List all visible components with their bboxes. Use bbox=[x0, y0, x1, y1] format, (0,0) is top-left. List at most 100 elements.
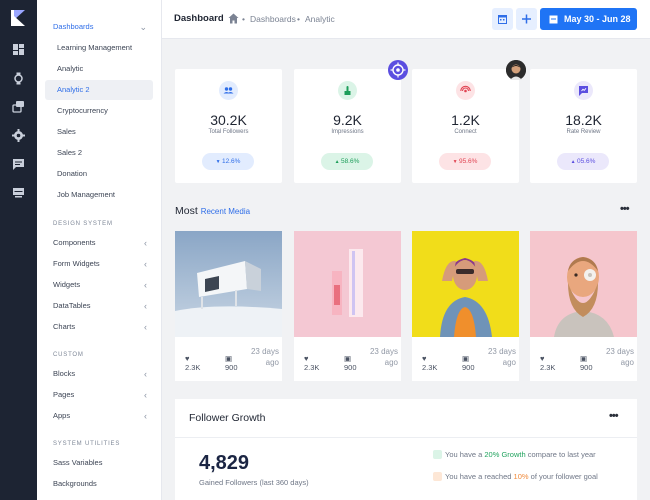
stat-value: 30.2K bbox=[210, 112, 247, 128]
sidebar-item-datatables[interactable]: DataTables ‹ bbox=[45, 296, 153, 316]
chevron-left-icon: ‹ bbox=[144, 259, 147, 269]
sidebar-item-sales[interactable]: Sales bbox=[45, 122, 153, 142]
layers-icon[interactable] bbox=[12, 100, 25, 113]
media-card[interactable]: ♥ 2.3K ▣ 900 23 days ago bbox=[294, 231, 401, 381]
comments-count: 900 bbox=[225, 363, 238, 372]
stat-card-connect: 1.2K Connect ▼ 95.6% bbox=[412, 69, 519, 183]
sidebar-item-analytic[interactable]: Analytic bbox=[45, 59, 153, 79]
sidebar-item-blocks[interactable]: Blocks ‹ bbox=[45, 364, 153, 384]
comment-icon[interactable]: ▣ 900 bbox=[462, 354, 475, 372]
sidebar-item-label: Blocks bbox=[53, 369, 76, 378]
sidebar-item-learning-management[interactable]: Learning Management bbox=[45, 38, 153, 58]
media-card[interactable]: ♥ 2.3K ▣ 900 23 days ago bbox=[530, 231, 637, 381]
stat-change-badge: ▼ 12.6% bbox=[202, 153, 254, 170]
comments-count: 900 bbox=[580, 363, 593, 372]
media-age: 23 days ago bbox=[369, 347, 398, 367]
sidebar-item-donation[interactable]: Donation bbox=[45, 164, 153, 184]
dashboard-icon[interactable] bbox=[12, 43, 25, 56]
broadcast-icon bbox=[456, 81, 475, 100]
chevron-left-icon: ‹ bbox=[144, 411, 147, 421]
comment-icon[interactable]: ▣ 900 bbox=[580, 354, 593, 372]
trend-up-icon bbox=[433, 472, 442, 481]
sidebar-item-dashboards[interactable]: Dashboards ⌄ bbox=[45, 17, 153, 37]
monitor-icon[interactable] bbox=[12, 186, 25, 199]
stat-label: Rate Review bbox=[566, 129, 601, 135]
users-icon bbox=[219, 81, 238, 100]
page-title: Dashboard bbox=[174, 13, 224, 24]
sidebar-item-apps[interactable]: Apps ‹ bbox=[45, 406, 153, 426]
add-button[interactable] bbox=[516, 8, 537, 30]
watch-icon[interactable] bbox=[12, 72, 25, 85]
breadcrumb-dashboards[interactable]: Dashboards bbox=[250, 14, 296, 24]
brand-logo[interactable] bbox=[11, 10, 25, 26]
growth-line-text: of your follower goal bbox=[530, 472, 598, 481]
heart-icon[interactable]: ♥ 2.3K bbox=[185, 354, 200, 372]
hearts-count: 2.3K bbox=[540, 363, 556, 372]
heart-icon[interactable]: ♥ 2.3K bbox=[540, 354, 555, 372]
stat-card-total-followers: 30.2K Total Followers ▼ 12.6% bbox=[175, 69, 282, 183]
sidebar-item-widgets[interactable]: Widgets ‹ bbox=[45, 275, 153, 295]
sidebar-item-analytic-2[interactable]: Analytic 2 bbox=[45, 80, 153, 100]
sidebar-item-sales-2[interactable]: Sales 2 bbox=[45, 143, 153, 163]
sidebar-item-form-widgets[interactable]: Form Widgets ‹ bbox=[45, 254, 153, 274]
sidebar-item-sass-variables[interactable]: Sass Variables bbox=[45, 453, 153, 473]
growth-line-1: You have a 20% Growth compare to last ye… bbox=[433, 450, 596, 459]
chevron-down-icon: ⌄ bbox=[139, 22, 147, 32]
section-header-custom: CUSTOM bbox=[53, 352, 84, 358]
chat-icon[interactable] bbox=[12, 158, 25, 171]
comment-icon[interactable]: ▣ 900 bbox=[344, 354, 357, 372]
more-options-icon[interactable]: ••• bbox=[609, 410, 619, 422]
stat-change-badge: ▲ 05.6% bbox=[557, 153, 609, 170]
gear-icon[interactable] bbox=[12, 129, 25, 142]
stat-change-value: 95.6% bbox=[458, 158, 478, 165]
date-range-label: May 30 - Jun 28 bbox=[564, 14, 631, 24]
growth-line-text: You have a reached bbox=[445, 472, 512, 481]
comment-icon[interactable]: ▣ 900 bbox=[225, 354, 238, 372]
media-image-woman-yellow bbox=[412, 231, 519, 337]
date-range-button[interactable]: May 30 - Jun 28 bbox=[540, 8, 637, 30]
sidebar-item-backgrounds[interactable]: Backgrounds bbox=[45, 474, 153, 494]
stat-card-impressions: 9.2K Impressions ▲ 58.6% bbox=[294, 69, 401, 183]
stat-value: 9.2K bbox=[333, 112, 362, 128]
icon-rail bbox=[0, 0, 37, 500]
section-title-prefix: Most bbox=[175, 205, 198, 217]
media-card[interactable]: ♥ 2.3K ▣ 900 23 days ago bbox=[175, 231, 282, 381]
hearts-count: 2.3K bbox=[304, 363, 320, 372]
sidebar-item-job-management[interactable]: Job Management bbox=[45, 185, 153, 205]
calendar-button[interactable] bbox=[492, 8, 513, 30]
target-icon[interactable] bbox=[388, 60, 408, 80]
chevron-left-icon: ‹ bbox=[144, 322, 147, 332]
growth-highlight: 20% Growth bbox=[484, 450, 526, 459]
stat-value: 18.2K bbox=[565, 112, 602, 128]
comments-count: 900 bbox=[344, 363, 357, 372]
sidebar-item-cryptocurrency[interactable]: Cryptocurrency bbox=[45, 101, 153, 121]
pointer-icon bbox=[338, 81, 357, 100]
media-image-pink-product bbox=[294, 231, 401, 337]
chevron-left-icon: ‹ bbox=[144, 238, 147, 248]
media-card[interactable]: ♥ 2.3K ▣ 900 23 days ago bbox=[412, 231, 519, 381]
sidebar-item-label: Components bbox=[53, 238, 96, 247]
media-image-bearded-man bbox=[530, 231, 637, 337]
avatar[interactable] bbox=[506, 60, 526, 80]
sidebar-item-label: Apps bbox=[53, 411, 71, 420]
trend-up-icon bbox=[433, 450, 442, 459]
stat-label: Impressions bbox=[331, 129, 364, 135]
sidebar-item-pages[interactable]: Pages ‹ bbox=[45, 385, 153, 405]
sidebar-item-label: Widgets bbox=[53, 280, 81, 289]
divider bbox=[175, 437, 637, 438]
chevron-left-icon: ‹ bbox=[144, 390, 147, 400]
chevron-left-icon: ‹ bbox=[144, 369, 147, 379]
section-title-accent: Recent Media bbox=[200, 207, 251, 216]
more-options-icon[interactable]: ••• bbox=[620, 203, 630, 215]
card-title: Follower Growth bbox=[189, 412, 266, 424]
topbar: Dashboard • Dashboards • Analytic May 30… bbox=[162, 0, 650, 39]
sidebar-item-components[interactable]: Components ‹ bbox=[45, 233, 153, 253]
sidebar-item-charts[interactable]: Charts ‹ bbox=[45, 317, 153, 337]
heart-icon[interactable]: ♥ 2.3K bbox=[422, 354, 437, 372]
heart-icon[interactable]: ♥ 2.3K bbox=[304, 354, 319, 372]
home-icon[interactable] bbox=[228, 13, 239, 24]
growth-highlight: 10% bbox=[513, 472, 529, 481]
plus-icon bbox=[522, 14, 531, 24]
section-header-design-system: DESIGN SYSTEM bbox=[53, 221, 113, 227]
chevron-left-icon: ‹ bbox=[144, 301, 147, 311]
